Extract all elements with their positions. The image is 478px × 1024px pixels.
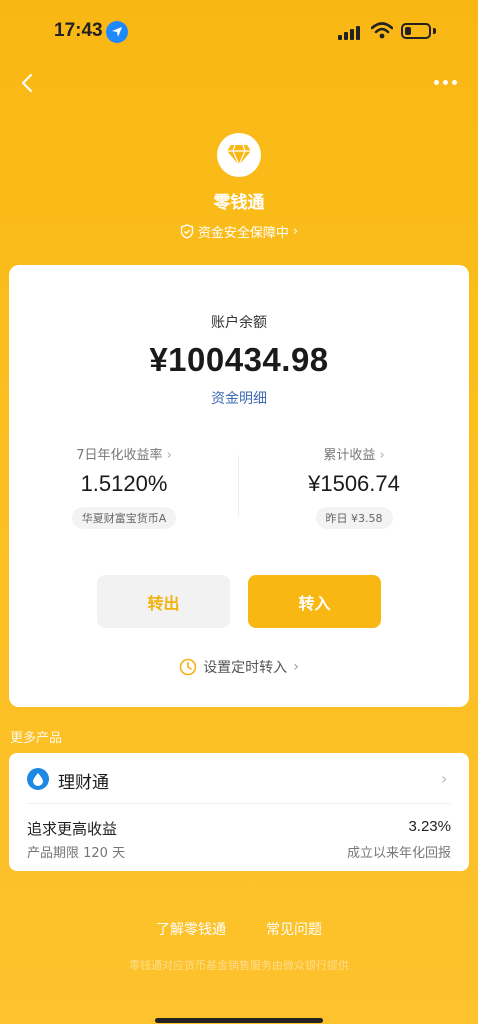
more-products-label: 更多产品 (10, 731, 63, 746)
security-guarantee-link[interactable]: 资金安全保障中 › (0, 222, 478, 241)
product-description: 追求更高收益 (27, 820, 118, 838)
yield-rate-label: 7日年化收益率 (76, 448, 163, 463)
transfer-in-button[interactable]: 转入 (248, 575, 381, 628)
scheduled-transfer-link[interactable]: 设置定时转入 › (9, 657, 469, 677)
shield-icon (180, 224, 194, 239)
product-name: 理财通 (58, 773, 109, 793)
cumulative-income-label: 累计收益 (323, 448, 376, 463)
footer-links: 了解零钱通 常见问题 (0, 919, 478, 939)
back-arrow-icon[interactable] (16, 70, 42, 96)
page-title: 零钱通 (213, 193, 265, 213)
battery-cap (433, 28, 436, 34)
cumulative-income-value: ¥1506.74 (308, 471, 400, 496)
security-text: 资金安全保障中 (197, 226, 289, 241)
product-period: 产品期限 120 天 (27, 846, 126, 861)
product-rate: 3.23% (408, 818, 451, 835)
wifi-icon (370, 22, 394, 44)
fund-name-wrap: 华夏财富宝货币A (9, 507, 239, 529)
chevron-right-icon: › (441, 769, 448, 788)
fund-details-link[interactable]: 资金明细 (9, 388, 469, 408)
licaitong-logo-icon (27, 768, 49, 790)
chevron-right-icon: › (166, 448, 172, 463)
yesterday-income-wrap: 昨日 ¥3.58 (239, 507, 469, 529)
product-card-licaitong[interactable]: 理财通 › 追求更高收益 产品期限 120 天 3.23% 成立以来年化回报 (9, 753, 469, 871)
transfer-out-button[interactable]: 转出 (97, 575, 230, 628)
balance-label: 账户余额 (211, 315, 267, 331)
cumulative-income-header[interactable]: 累计收益 › (239, 444, 469, 463)
fund-name-badge: 华夏财富宝货币A (71, 507, 177, 529)
footer-note: 零钱通对应货币基金销售服务由微众银行提供 (129, 959, 349, 972)
status-time: 17:43 (54, 20, 103, 41)
signal-icon (338, 24, 360, 40)
product-rate-label: 成立以来年化回报 (346, 846, 451, 861)
yield-rate-header[interactable]: 7日年化收益率 › (9, 444, 239, 463)
more-options-icon[interactable] (434, 80, 457, 85)
balance-value: ¥100434.98 (149, 341, 329, 378)
chevron-right-icon: › (379, 448, 385, 463)
chevron-right-icon: › (292, 224, 299, 239)
battery-icon (401, 23, 431, 39)
balance-card: 账户余额 ¥100434.98 资金明细 7日年化收益率 › 1.5120% 华… (9, 265, 469, 707)
product-divider (27, 803, 451, 804)
chevron-right-icon: › (293, 659, 299, 675)
diamond-logo-icon (217, 133, 261, 177)
scheduled-transfer-label: 设置定时转入 (203, 660, 288, 676)
clock-icon (179, 658, 197, 676)
learn-more-link[interactable]: 了解零钱通 (156, 919, 226, 939)
location-icon (106, 21, 128, 43)
home-indicator[interactable] (155, 1018, 323, 1023)
yield-rate-value: 1.5120% (80, 471, 168, 496)
yesterday-income-badge: 昨日 ¥3.58 (315, 507, 393, 529)
faq-link[interactable]: 常见问题 (266, 919, 322, 939)
